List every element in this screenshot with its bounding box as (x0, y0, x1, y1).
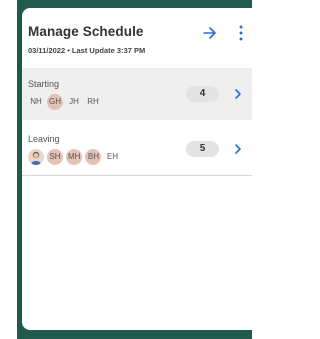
staff-chips: SH MH BH EH (28, 148, 123, 166)
staff-chip: SH (47, 149, 63, 165)
chevron-right-icon[interactable] (234, 143, 242, 155)
count-badge: 5 (186, 141, 219, 157)
staff-chip: BH (85, 149, 102, 165)
staff-chip: NH (30, 97, 42, 106)
staff-chip: EH (106, 152, 119, 161)
manage-schedule-card: Manage Schedule 03/11/2022 • Last Update… (22, 8, 252, 330)
person-avatar-icon (28, 149, 44, 165)
card-header: Manage Schedule 03/11/2022 • Last Update… (28, 20, 252, 60)
last-update-text: 03/11/2022 • Last Update 3:37 PM (28, 46, 146, 55)
staff-chip: MH (66, 149, 83, 165)
staff-chip: JH (69, 97, 79, 106)
more-vertical-icon[interactable] (238, 24, 244, 42)
staff-chips: NH GH JH RH (28, 93, 104, 111)
staff-chip: GH (47, 94, 63, 110)
count-badge: 4 (186, 86, 219, 102)
page-title: Manage Schedule (28, 24, 144, 39)
row-label: Leaving (28, 134, 60, 144)
chevron-right-icon[interactable] (234, 88, 242, 100)
row-label: Starting (28, 79, 60, 89)
staff-chip: RH (87, 97, 99, 106)
list-item-leaving[interactable]: Leaving SH MH BH EH 5 (22, 123, 252, 176)
list-item-starting[interactable]: Starting NH GH JH RH 4 (22, 68, 252, 120)
arrow-right-icon[interactable] (202, 26, 218, 40)
app-frame-bottom (22, 330, 252, 339)
